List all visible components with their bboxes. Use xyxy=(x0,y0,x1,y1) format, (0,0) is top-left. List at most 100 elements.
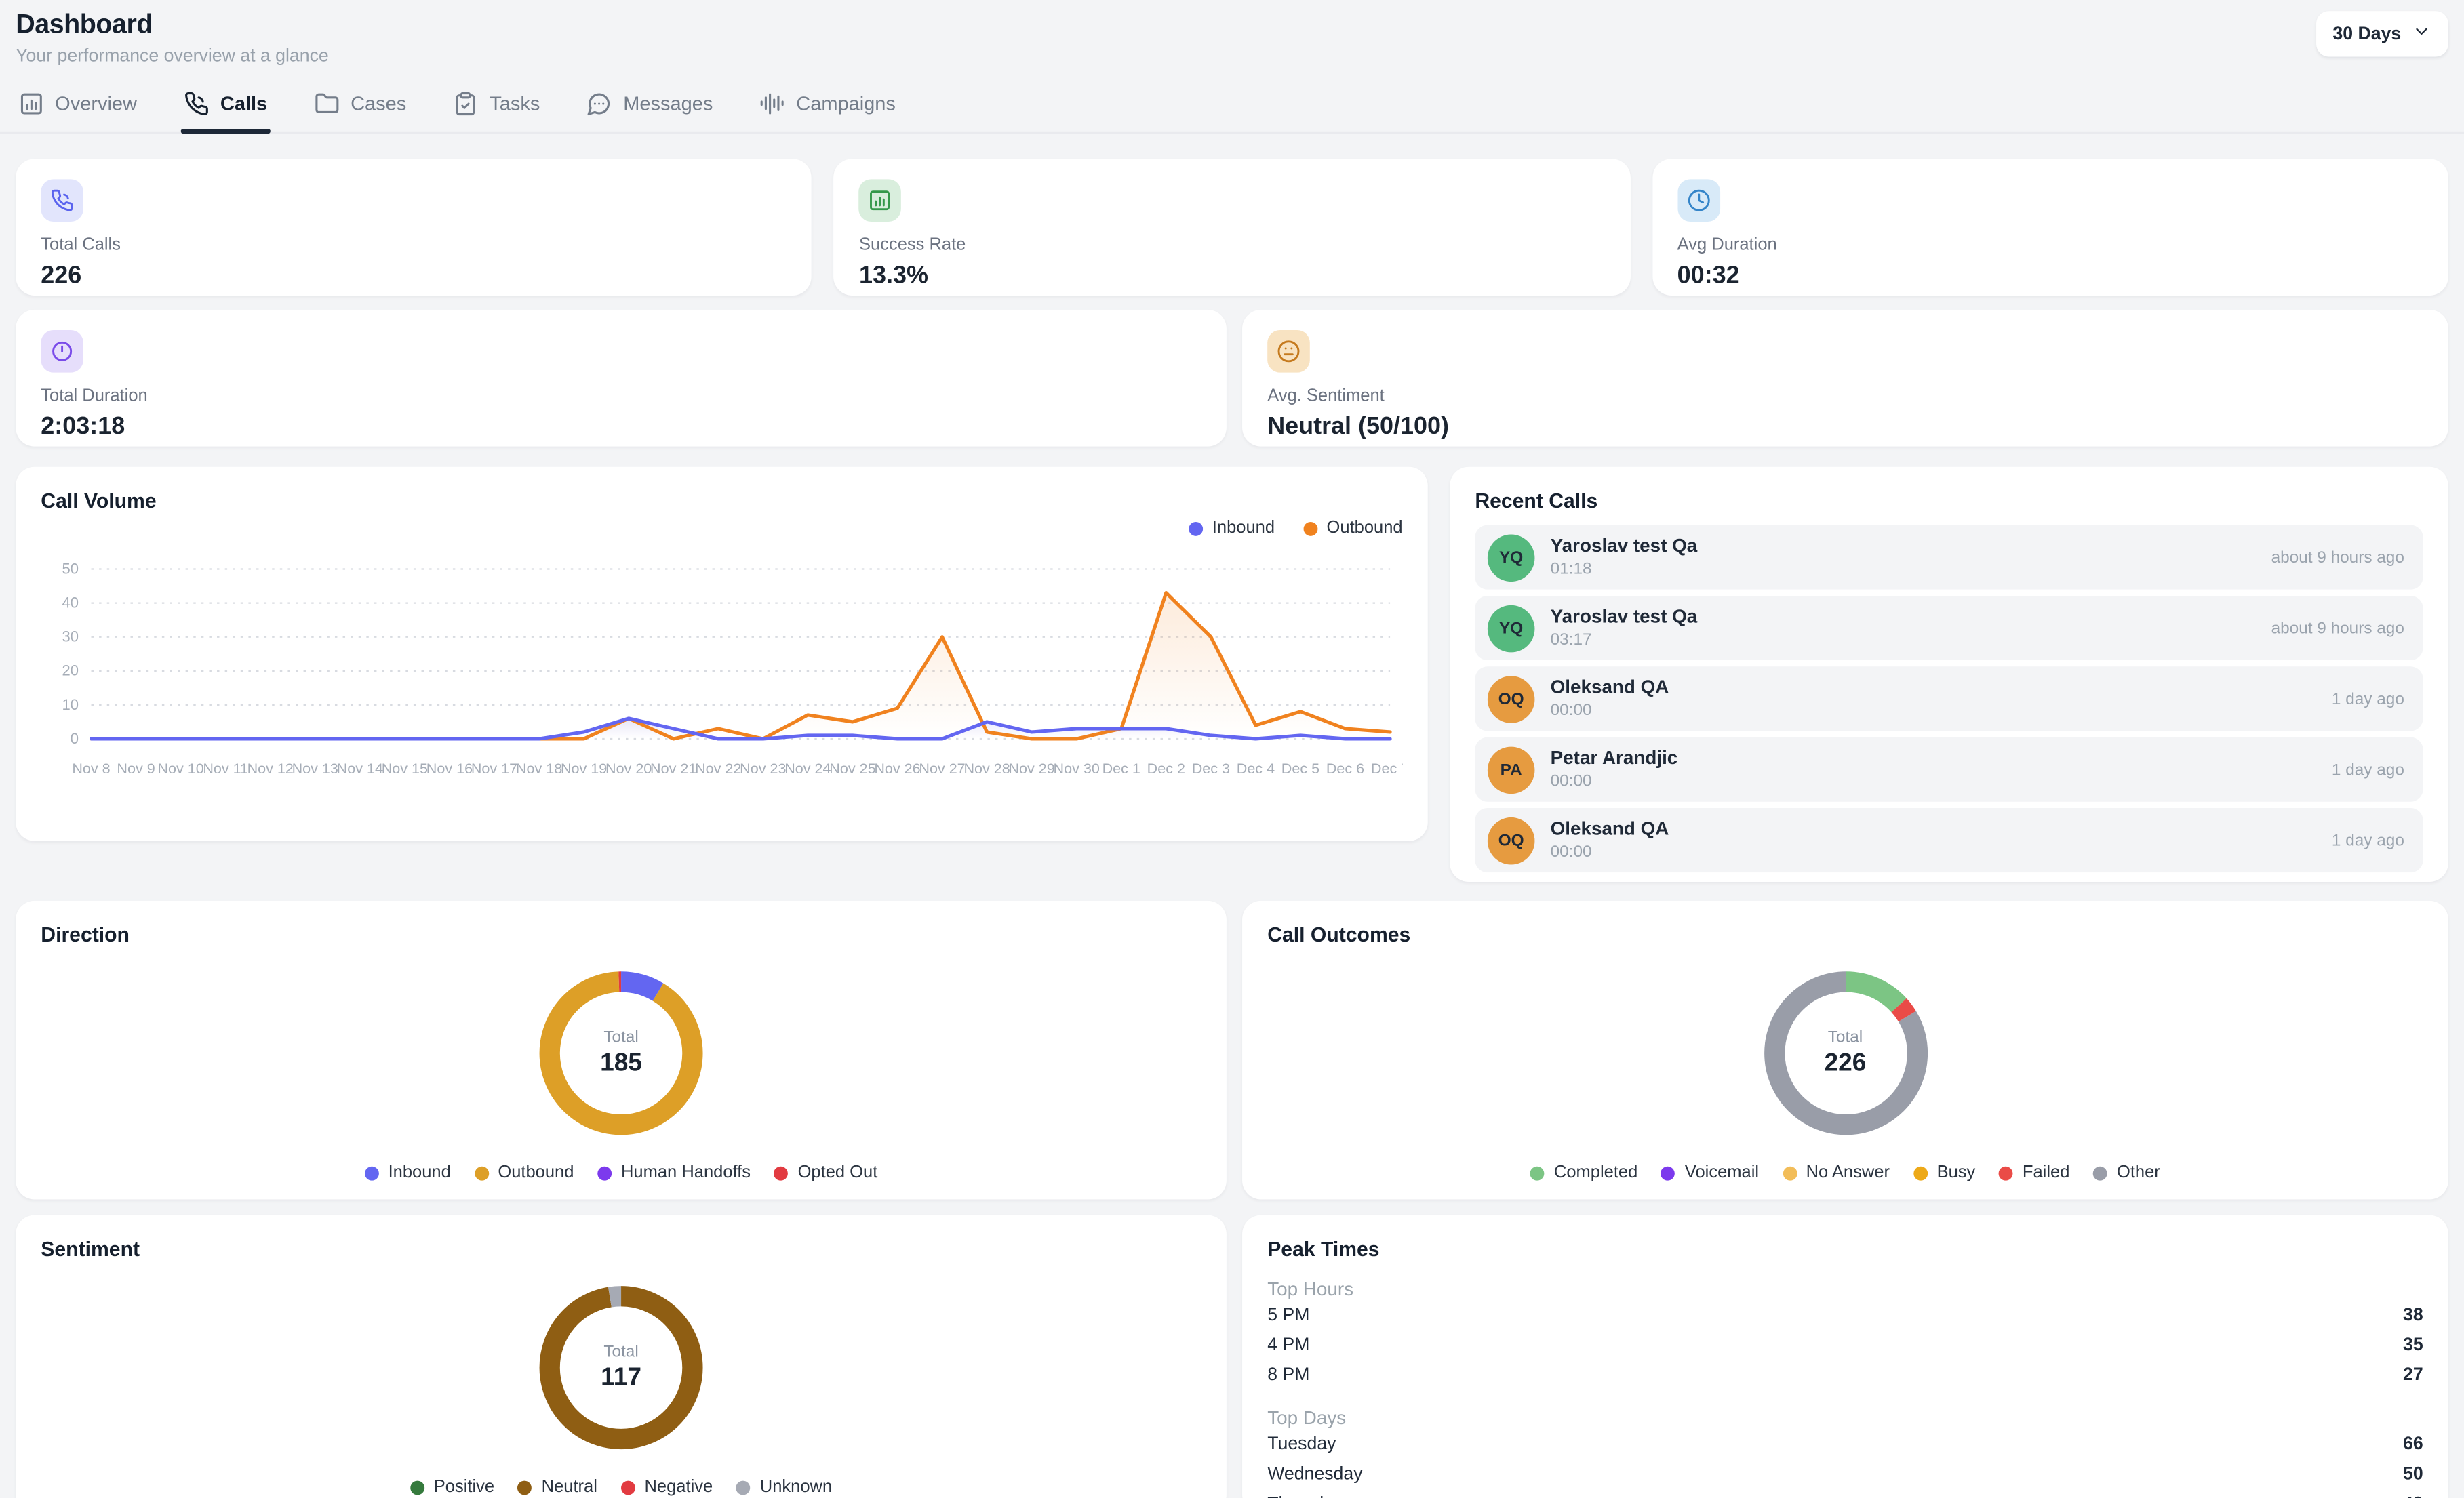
sentiment-legend-positive: Positive xyxy=(410,1478,494,1497)
tab-overview[interactable]: Overview xyxy=(16,79,140,132)
direction-donut: Total185 xyxy=(530,962,713,1144)
caller-name: Oleksand QA xyxy=(1551,819,1669,838)
legend-label: No Answer xyxy=(1806,1163,1890,1182)
date-range-label: 30 Days xyxy=(2332,24,2401,43)
peak-times-label: 5 PM xyxy=(1267,1305,1309,1324)
meh-face-icon xyxy=(1267,330,1310,373)
clock-icon xyxy=(1677,179,1720,222)
stat-card-total-duration: Total Duration2:03:18 xyxy=(16,310,1227,447)
recent-call-row[interactable]: YQYaroslav test Qa01:18about 9 hours ago xyxy=(1475,525,2423,590)
recent-call-row[interactable]: OQOleksand QA00:001 day ago xyxy=(1475,666,2423,731)
recent-call-row[interactable]: OQOleksand QA00:001 day ago xyxy=(1475,808,2423,872)
svg-text:30: 30 xyxy=(62,628,79,645)
audio-lines-icon xyxy=(760,92,785,117)
legend-label: Neutral xyxy=(542,1478,597,1497)
peak-times-label: 4 PM xyxy=(1267,1335,1309,1354)
svg-text:Nov 14: Nov 14 xyxy=(337,760,383,777)
stat-label: Total Duration xyxy=(41,386,1201,405)
page-header: Dashboard Your performance overview at a… xyxy=(0,0,2464,66)
chevron-down-icon xyxy=(2412,22,2431,45)
tab-messages[interactable]: Messages xyxy=(584,79,716,132)
tab-label: Cases xyxy=(351,93,406,115)
avatar: OQ xyxy=(1488,817,1535,864)
svg-text:Dec 6: Dec 6 xyxy=(1326,760,1364,777)
cv-legend-outbound: Outbound xyxy=(1303,519,1403,538)
peak-times-label: Wednesday xyxy=(1267,1464,1362,1483)
call-duration: 00:00 xyxy=(1551,774,1678,790)
chart-column-icon xyxy=(19,92,44,117)
recent-call-row[interactable]: PA Petar Arandjic00:00 1 day ago xyxy=(1475,737,2423,802)
sentiment-legend-unknown: Unknown xyxy=(736,1478,832,1497)
avatar: YQ xyxy=(1488,533,1535,581)
donut-row-1: Direction Total185 InboundOutboundHuman … xyxy=(16,901,2448,1200)
svg-text:Nov 11: Nov 11 xyxy=(203,760,248,777)
donut-center-value: 226 xyxy=(1824,1050,1866,1078)
peak-times-row: 8 PM27 xyxy=(1267,1360,2423,1390)
legend-dot xyxy=(621,1480,635,1494)
stat-card-avg-duration: Avg Duration 00:32 xyxy=(1652,159,2448,296)
legend-dot xyxy=(410,1480,424,1494)
tab-label: Campaigns xyxy=(796,93,896,115)
direction-legend-human-handoffs: Human Handoffs xyxy=(597,1163,751,1182)
peak-times-value: 35 xyxy=(2403,1335,2423,1354)
legend-label: Negative xyxy=(645,1478,713,1497)
peak-times-row: Thursday49 xyxy=(1267,1489,2423,1498)
recent-call-info: Petar Arandjic00:00 xyxy=(1551,748,1678,790)
chart-column-icon xyxy=(859,179,902,222)
call-outcomes-legend-completed: Completed xyxy=(1530,1163,1637,1182)
stat-label: Success Rate xyxy=(859,236,1605,255)
page-subtitle: Your performance overview at a glance xyxy=(16,47,2448,66)
legend-label: Failed xyxy=(2023,1163,2070,1182)
sentiment-donut: Total 117 xyxy=(530,1276,713,1459)
tab-tasks[interactable]: Tasks xyxy=(450,79,543,132)
tab-calls[interactable]: Calls xyxy=(181,79,271,132)
svg-text:Nov 10: Nov 10 xyxy=(157,760,203,777)
legend-dot xyxy=(2093,1166,2107,1180)
legend-dot xyxy=(518,1480,532,1494)
timer-icon xyxy=(41,330,83,373)
tab-campaigns[interactable]: Campaigns xyxy=(757,79,898,132)
call-duration: 03:17 xyxy=(1551,632,1698,649)
svg-text:Nov 22: Nov 22 xyxy=(695,760,741,777)
svg-text:Nov 28: Nov 28 xyxy=(963,760,1010,777)
legend-label: Inbound xyxy=(389,1163,451,1182)
donut-center-value: 117 xyxy=(601,1364,641,1393)
svg-text:10: 10 xyxy=(62,696,79,713)
svg-text:Dec 7: Dec 7 xyxy=(1371,760,1403,777)
svg-text:Nov 20: Nov 20 xyxy=(605,760,652,777)
donut-center-value: 185 xyxy=(600,1050,642,1078)
stat-value: 00:32 xyxy=(1677,262,2423,291)
stat-cards-row-1: Total Calls226Success Rate13.3%Avg Durat… xyxy=(16,159,2448,296)
call-duration: 00:00 xyxy=(1551,845,1669,861)
peak-times-title: Peak Times xyxy=(1267,1237,2423,1261)
tab-cases[interactable]: Cases xyxy=(311,79,410,132)
stat-value: 226 xyxy=(41,262,787,291)
legend-label: Human Handoffs xyxy=(621,1163,751,1182)
avatar: PA xyxy=(1488,746,1535,793)
call-time-ago: about 9 hours ago xyxy=(2271,619,2404,638)
stat-card-avg-sentiment: Avg. SentimentNeutral (50/100) xyxy=(1242,310,2448,447)
svg-text:Dec 5: Dec 5 xyxy=(1281,760,1319,777)
peak-times-row: 5 PM38 xyxy=(1267,1300,2423,1330)
date-range-selector[interactable]: 30 Days xyxy=(2316,11,2448,56)
svg-text:50: 50 xyxy=(62,560,79,577)
donut-center-label: Total xyxy=(1828,1028,1863,1047)
legend-label: Opted Out xyxy=(798,1163,878,1182)
recent-call-row[interactable]: YQYaroslav test Qa03:17about 9 hours ago xyxy=(1475,596,2423,660)
message-circle-icon xyxy=(587,92,612,117)
donut-row-2: Sentiment Total117 PositiveNeutralNegati… xyxy=(16,1215,2448,1498)
call-outcomes-donut: Total 226 xyxy=(1754,962,1936,1144)
legend-dot xyxy=(1661,1166,1675,1180)
call-time-ago: 1 day ago xyxy=(2332,689,2404,708)
direction-legend-opted-out: Opted Out xyxy=(774,1163,878,1182)
call-outcomes-legend: CompletedVoicemailNo AnswerBusyFailedOth… xyxy=(1242,1163,2448,1182)
stat-label: Avg Duration xyxy=(1677,236,2423,255)
phone-call-icon xyxy=(41,179,83,222)
donut-center-label: Total xyxy=(603,1343,638,1362)
call-time-ago: 1 day ago xyxy=(2332,760,2404,779)
svg-text:0: 0 xyxy=(71,730,79,747)
svg-text:Nov 30: Nov 30 xyxy=(1054,760,1100,777)
legend-dot xyxy=(1783,1166,1797,1180)
page-title: Dashboard xyxy=(16,9,2448,41)
direction-legend-outbound: Outbound xyxy=(475,1163,574,1182)
